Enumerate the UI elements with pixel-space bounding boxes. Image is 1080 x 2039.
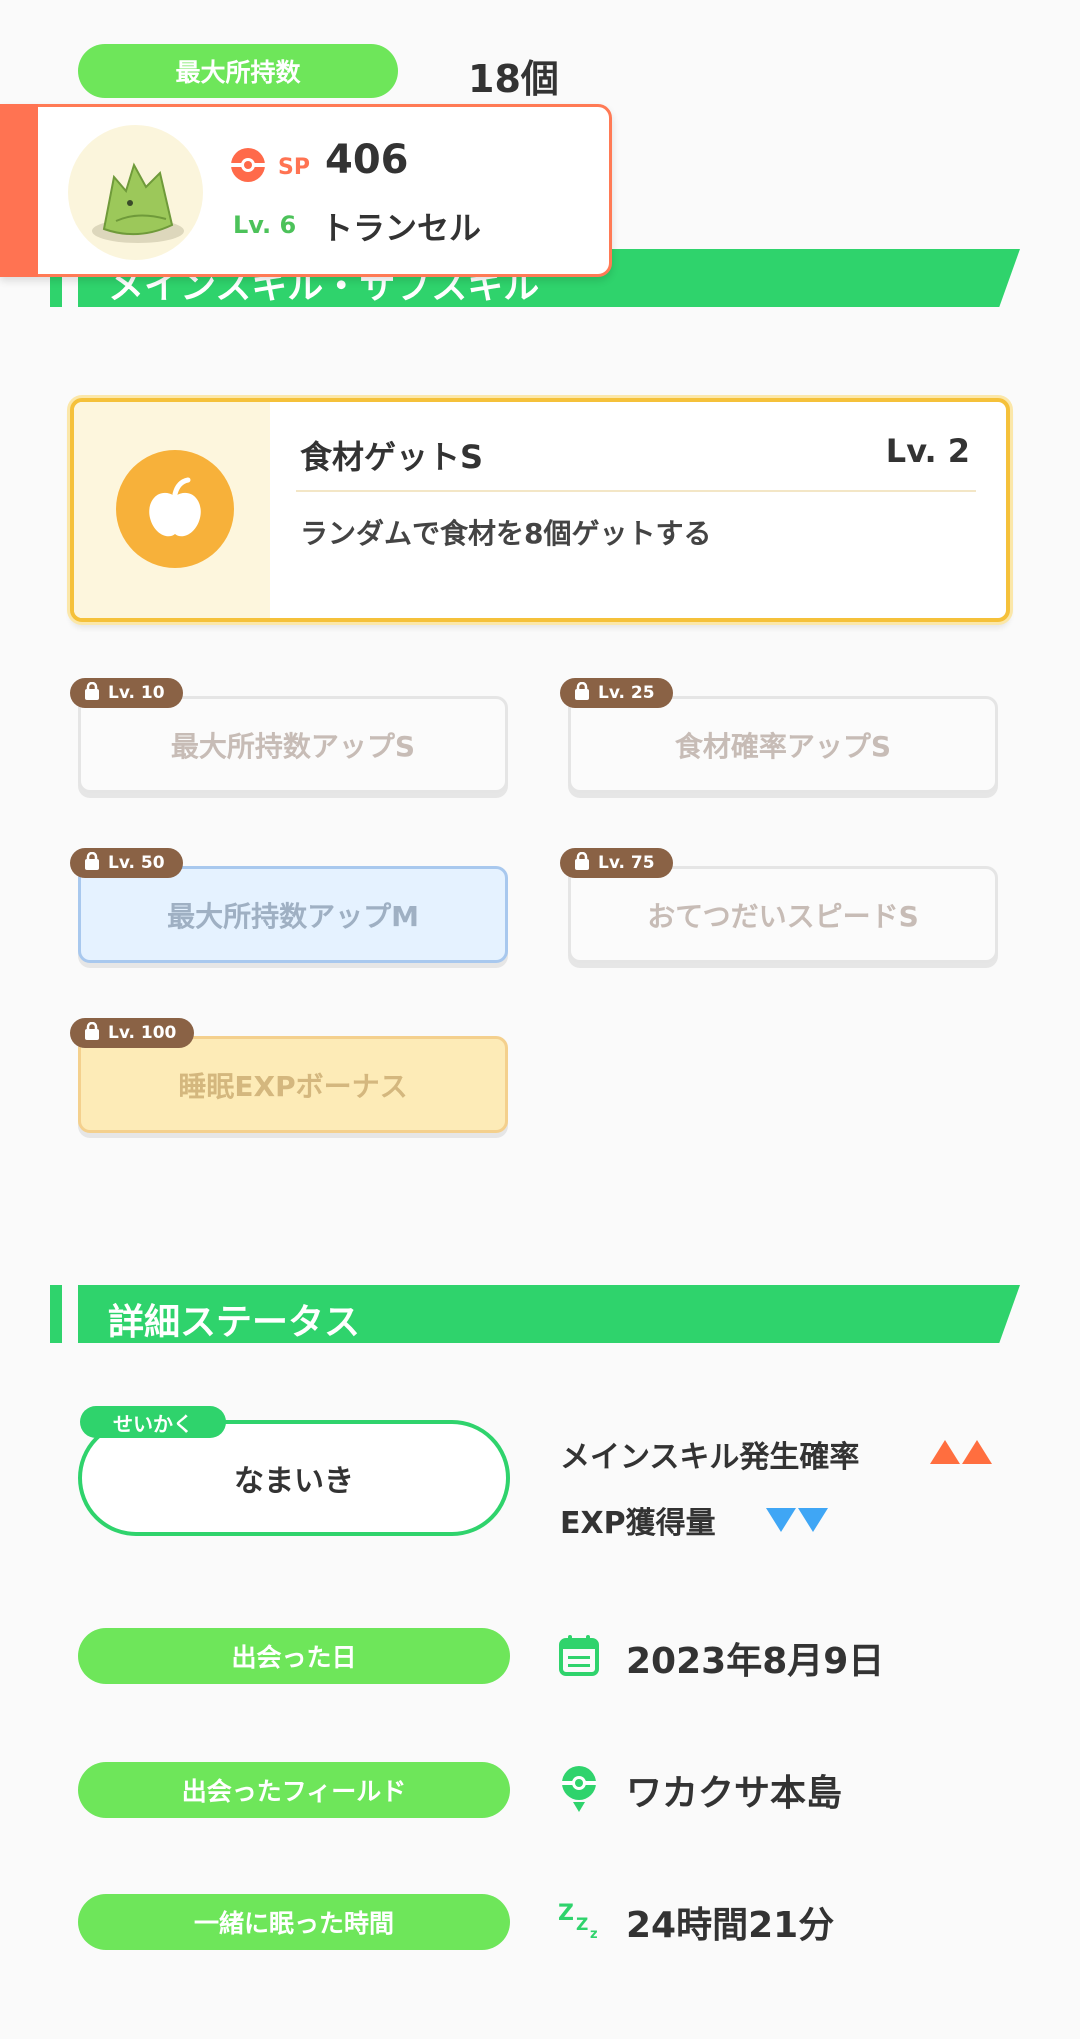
unlock-level-tag: Lv. 50 [70, 848, 183, 878]
unlock-level-tag: Lv. 10 [70, 678, 183, 708]
lock-icon [84, 1021, 100, 1045]
max-capacity-label: 最大所持数 [78, 44, 398, 98]
sub-skill-label: 食材確率アップS [568, 696, 998, 793]
main-skill-name: 食材ゲットS [300, 438, 484, 476]
pokeball-icon [228, 145, 268, 189]
down-arrow-icon [766, 1508, 796, 1532]
lock-icon [574, 851, 590, 875]
unlock-level-tag: Lv. 25 [560, 678, 673, 708]
nature-effect-down-label: EXP獲得量 [560, 1506, 716, 1541]
met-field-label: 出会ったフィールド [78, 1762, 510, 1818]
sub-skill-3[interactable]: 最大所持数アップM Lv. 50 [70, 848, 508, 963]
svg-text:Z: Z [576, 1915, 588, 1935]
sub-skill-label: 最大所持数アップM [78, 866, 508, 963]
level-label: Lv. 6 [233, 211, 297, 239]
pokemon-portrait [68, 125, 203, 260]
down-arrow-icon [798, 1508, 828, 1532]
sub-skill-4[interactable]: おてつだいスピードS Lv. 75 [560, 848, 998, 963]
pokemon-name: トランセル [321, 209, 482, 247]
lock-icon [574, 681, 590, 705]
met-date-value: 2023年8月9日 [626, 1641, 885, 1682]
met-field-value: ワカクサ本島 [626, 1773, 843, 1814]
up-arrow-icon [962, 1440, 992, 1464]
calendar-icon [556, 1632, 602, 1682]
lock-icon [84, 681, 100, 705]
location-pin-icon [556, 1762, 602, 1818]
svg-text:Z: Z [558, 1901, 574, 1926]
unlock-level: Lv. 100 [108, 1023, 177, 1043]
slept-time-label: 一緒に眠った時間 [78, 1894, 510, 1950]
section-title: 詳細ステータス [108, 1302, 361, 1343]
sub-skill-label: おてつだいスピードS [568, 866, 998, 963]
unlock-level-tag: Lv. 100 [70, 1018, 195, 1048]
unlock-level: Lv. 75 [598, 853, 655, 873]
unlock-level: Lv. 50 [108, 853, 165, 873]
svg-text:z: z [590, 1927, 598, 1942]
nature-effect-up-label: メインスキル発生確率 [560, 1440, 860, 1475]
up-arrow-icon [930, 1440, 960, 1464]
main-skill-description: ランダムで食材を8個ゲットする [300, 517, 712, 550]
sub-skill-label: 最大所持数アップS [78, 696, 508, 793]
main-skill-icon-area [74, 402, 270, 618]
sp-value: 406 [325, 137, 409, 183]
divider [296, 490, 976, 492]
met-date-label: 出会った日 [78, 1628, 510, 1684]
lock-icon [84, 851, 100, 875]
unlock-level: Lv. 25 [598, 683, 655, 703]
sp-label: SP [278, 155, 310, 180]
nature-tag: せいかく [80, 1406, 226, 1438]
sleep-zzz-icon: Z Z z [556, 1896, 606, 1950]
main-skill-level: Lv. 2 [885, 432, 970, 470]
section-header-details: 詳細ステータス [50, 1285, 1020, 1343]
unlock-level-tag: Lv. 75 [560, 848, 673, 878]
sub-skill-2[interactable]: 食材確率アップS Lv. 25 [560, 678, 998, 793]
sub-skill-label: 睡眠EXPボーナス [78, 1036, 508, 1133]
max-capacity-value: 18個 [468, 57, 559, 101]
pokemon-card[interactable]: SP 406 Lv. 6 トランセル [0, 104, 612, 277]
apple-icon [116, 450, 234, 568]
sub-skill-5[interactable]: 睡眠EXPボーナス Lv. 100 [70, 1018, 508, 1133]
slept-time-value: 24時間21分 [626, 1905, 835, 1946]
main-skill-card[interactable]: 食材ゲットS Lv. 2 ランダムで食材を8個ゲットする [70, 398, 1010, 622]
sub-skill-1[interactable]: 最大所持数アップS Lv. 10 [70, 678, 508, 793]
unlock-level: Lv. 10 [108, 683, 165, 703]
card-accent [0, 104, 38, 277]
